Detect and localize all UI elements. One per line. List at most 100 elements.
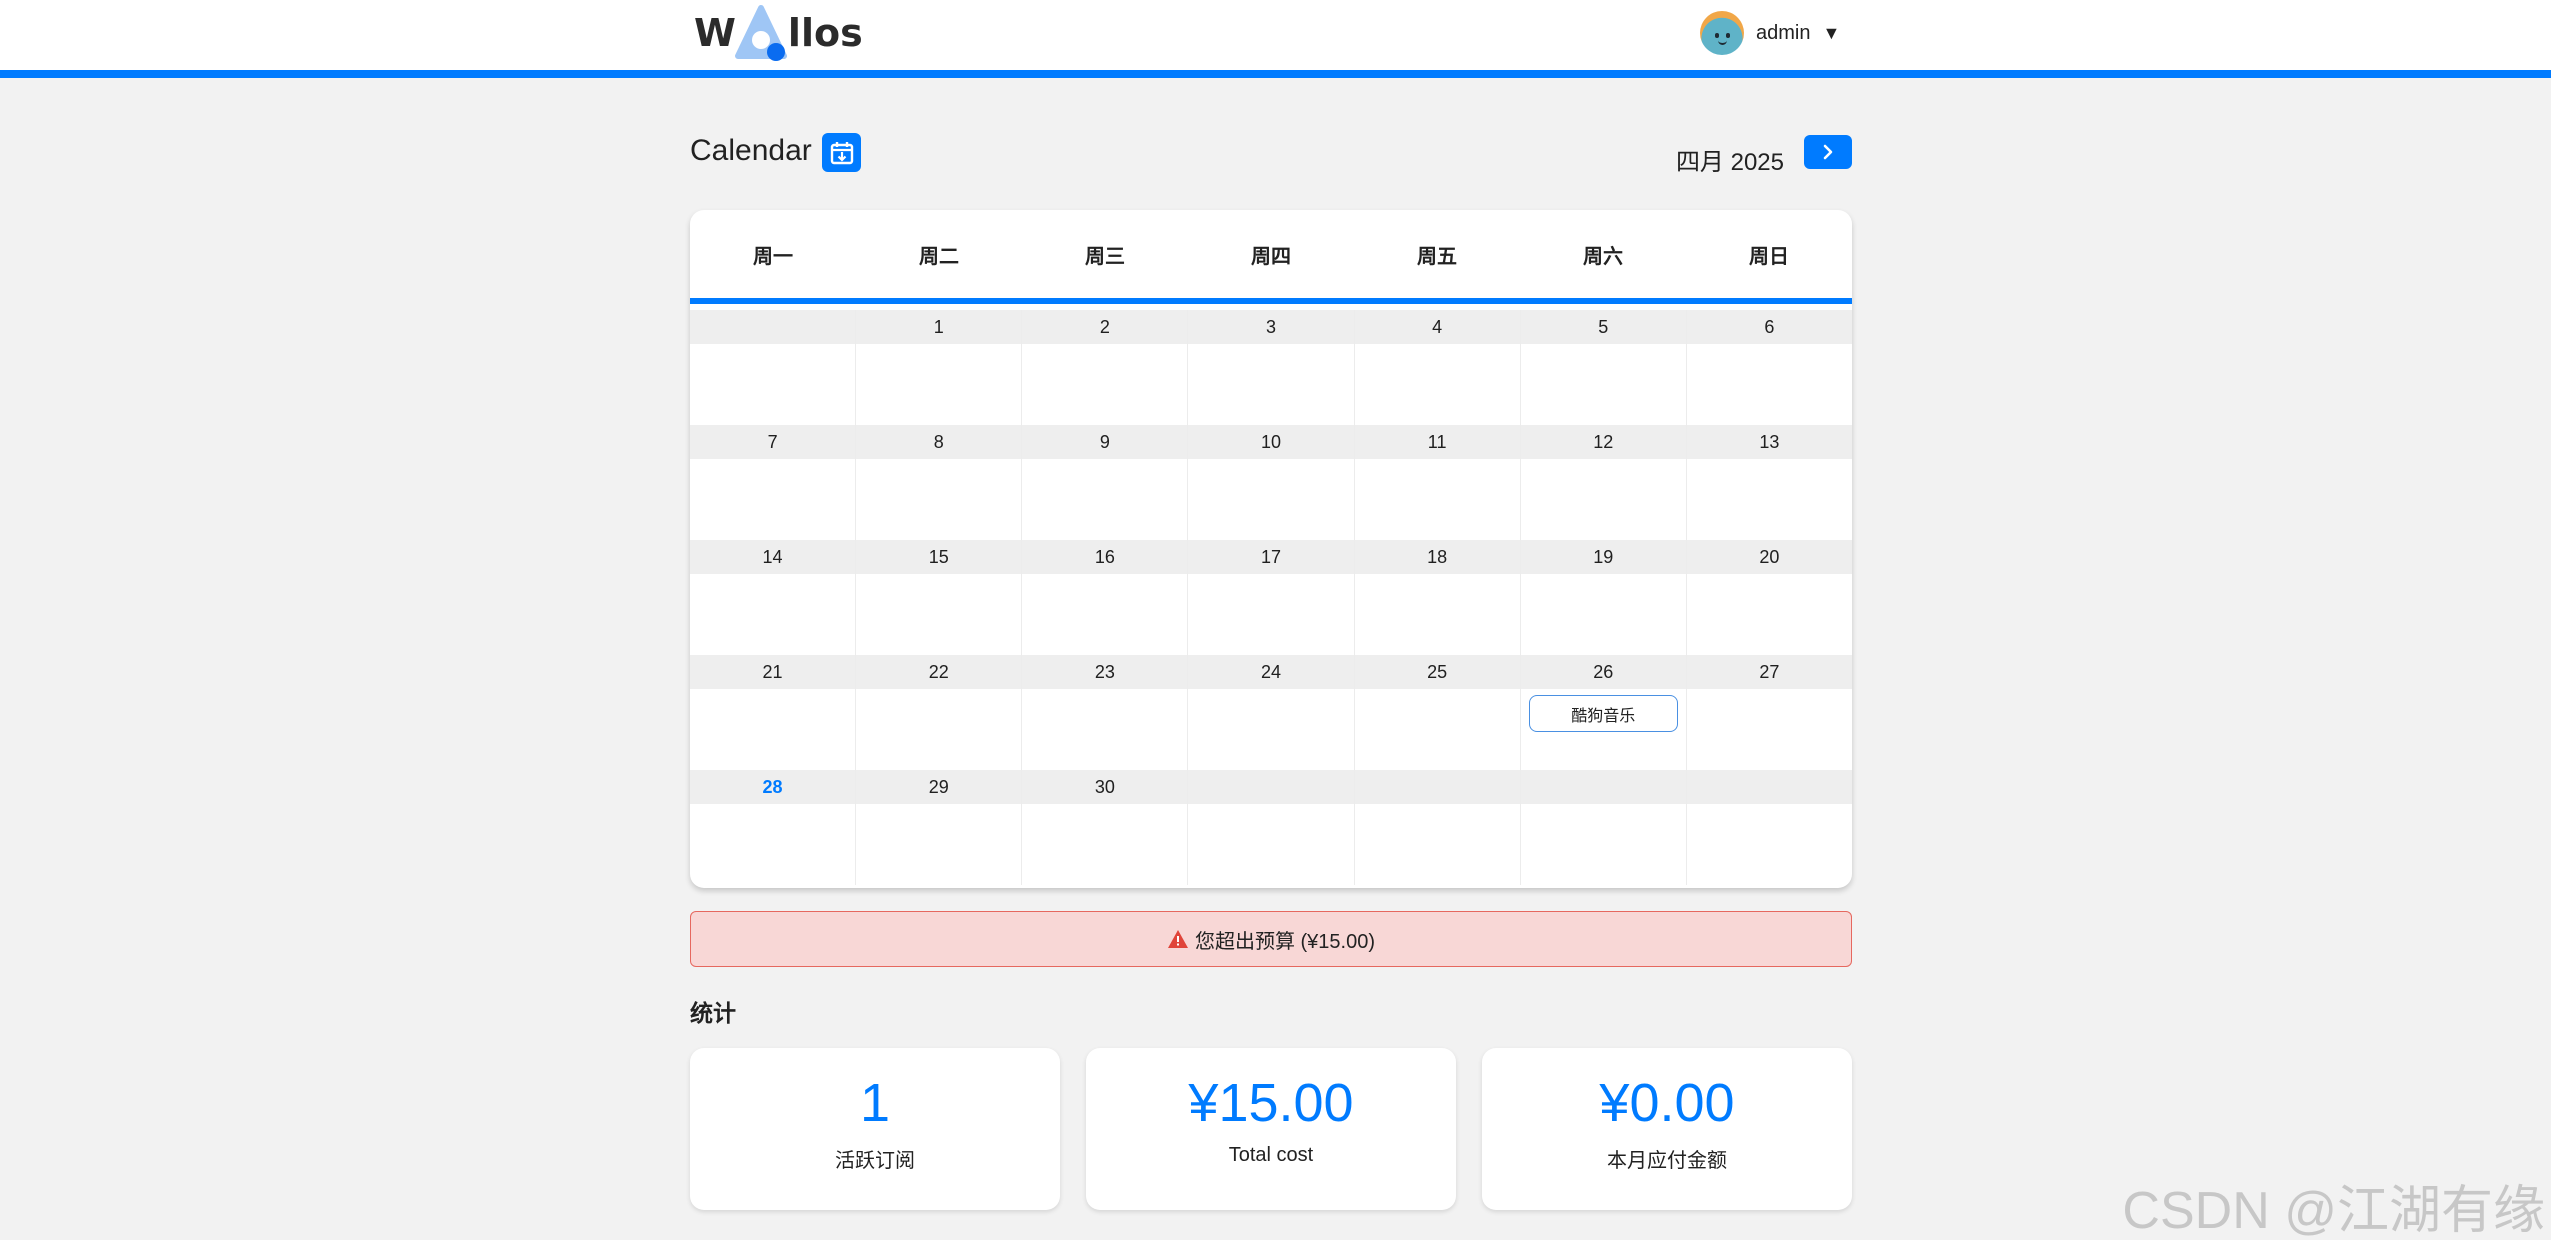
calendar-day-number: 17 <box>1188 540 1354 574</box>
calendar-day-number: 2 <box>1022 310 1188 344</box>
calendar-day-cell[interactable]: 26 酷狗音乐 <box>1520 655 1687 770</box>
calendar-day-cell[interactable]: 2 <box>1022 310 1189 425</box>
export-calendar-button[interactable] <box>822 133 861 172</box>
calendar-day-number: 30 <box>1022 770 1188 804</box>
current-month-label: 四月 2025 <box>1675 149 1784 176</box>
stat-value: 1 <box>859 1073 891 1133</box>
calendar-day-cell[interactable]: 15 <box>856 540 1023 655</box>
calendar-day-cell[interactable]: 7 <box>690 425 857 540</box>
top-header: W llos admin ▼ <box>0 0 2551 78</box>
avatar-eye <box>1715 33 1719 38</box>
weekday-header: 周一 周二 周三 周四 周五 周六 周日 <box>690 210 1852 304</box>
calendar-day-cell[interactable]: 16 <box>1022 540 1189 655</box>
avatar <box>1700 11 1744 55</box>
calendar-day-number: 3 <box>1188 310 1354 344</box>
calendar-day-number <box>1354 770 1520 804</box>
calendar-day-cell[interactable]: 30 <box>1022 770 1189 885</box>
calendar-empty-cell <box>1520 770 1687 885</box>
calendar-day-number: 13 <box>1686 425 1852 459</box>
subscription-event[interactable]: 酷狗音乐 <box>1528 695 1678 732</box>
stat-card-amount-due: ¥0.00 本月应付金额 <box>1482 1048 1852 1210</box>
calendar-day-cell[interactable]: 21 <box>690 655 857 770</box>
next-month-button[interactable] <box>1804 135 1852 169</box>
dropdown-caret-icon[interactable]: ▼ <box>1822 23 1840 44</box>
calendar-day-cell[interactable]: 13 <box>1686 425 1852 540</box>
wallos-logo[interactable]: W llos <box>694 4 864 62</box>
calendar-day-cell[interactable]: 9 <box>1022 425 1189 540</box>
stats-heading: 统计 <box>690 1000 736 1026</box>
calendar-day-cell[interactable]: 3 <box>1188 310 1355 425</box>
user-menu[interactable]: admin ▼ <box>1700 10 1840 56</box>
calendar-day-cell[interactable]: 14 <box>690 540 857 655</box>
calendar-week-row: 7 8 9 10 11 12 13 <box>690 425 1852 540</box>
calendar-day-number: 28 <box>690 770 856 804</box>
weekday-mon: 周一 <box>753 245 793 268</box>
calendar-day-number: 1 <box>856 310 1022 344</box>
budget-alert-text: 您超出预算 (¥15.00) <box>1194 930 1376 953</box>
calendar-day-cell[interactable]: 28 <box>690 770 857 885</box>
calendar-day-cell[interactable]: 25 <box>1354 655 1521 770</box>
calendar-day-number: 24 <box>1188 655 1354 689</box>
calendar-day-number: 10 <box>1188 425 1354 459</box>
stat-label: 本月应付金额 <box>1607 1150 1727 1172</box>
calendar-day-number: 5 <box>1520 310 1686 344</box>
calendar-day-number: 21 <box>690 655 856 689</box>
weekday-tue: 周二 <box>919 245 959 268</box>
avatar-eye <box>1726 33 1730 38</box>
calendar-day-number: 18 <box>1354 540 1520 574</box>
calendar-day-number: 8 <box>856 425 1022 459</box>
calendar-empty-cell <box>1354 770 1521 885</box>
calendar-day-cell[interactable]: 10 <box>1188 425 1355 540</box>
calendar-title-row: Calendar 四月 2025 <box>690 130 1852 176</box>
calendar-grid: 周一 周二 周三 周四 周五 周六 周日 1 2 3 4 5 6 7 8 9 10 11 12 13 14… <box>690 210 1852 888</box>
calendar-day-number: 16 <box>1022 540 1188 574</box>
calendar-day-cell[interactable]: 5 <box>1520 310 1687 425</box>
calendar-day-cell[interactable]: 6 <box>1686 310 1852 425</box>
calendar-day-cell[interactable]: 27 <box>1686 655 1852 770</box>
calendar-day-number: 6 <box>1686 310 1852 344</box>
weekday-sun: 周日 <box>1749 245 1789 268</box>
user-name: admin <box>1756 21 1811 44</box>
avatar-mouth <box>1718 40 1727 45</box>
watermark: CSDN @江湖有缘 <box>2122 1182 2545 1240</box>
stat-value: ¥0.00 <box>1599 1073 1735 1133</box>
calendar-day-cell[interactable]: 20 <box>1686 540 1852 655</box>
calendar-empty-cell <box>1686 770 1852 885</box>
calendar-day-number: 12 <box>1520 425 1686 459</box>
calendar-day-cell[interactable]: 24 <box>1188 655 1355 770</box>
calendar-day-number: 7 <box>690 425 856 459</box>
stat-label: Total cost <box>1228 1144 1314 1166</box>
logo-text-rest: llos <box>787 11 863 55</box>
calendar-day-cell[interactable]: 12 <box>1520 425 1687 540</box>
calendar-day-cell[interactable]: 17 <box>1188 540 1355 655</box>
stat-card-active-subscriptions: 1 活跃订阅 <box>690 1048 1060 1210</box>
calendar-day-number: 11 <box>1354 425 1520 459</box>
calendar-week-row: 123456 <box>690 310 1852 425</box>
budget-alert: 您超出预算 (¥15.00) <box>690 911 1852 967</box>
calendar-day-cell[interactable]: 23 <box>1022 655 1189 770</box>
calendar-day-number: 23 <box>1022 655 1188 689</box>
calendar-day-number: 19 <box>1520 540 1686 574</box>
calendar-empty-cell <box>1188 770 1355 885</box>
stat-card-total-cost: ¥15.00 Total cost <box>1086 1048 1456 1210</box>
logo-mark-icon <box>732 4 790 62</box>
calendar-day-number <box>1188 770 1354 804</box>
calendar-weeks: 1 2 3 4 5 6 7 8 9 10 11 12 13 14 15 16 17 18 19 20 21 22 23 24 2… <box>690 310 1852 885</box>
weekday-thu: 周四 <box>1251 245 1291 268</box>
calendar-day-cell[interactable]: 22 <box>856 655 1023 770</box>
calendar-day-cell[interactable]: 8 <box>856 425 1023 540</box>
calendar-empty-cell <box>690 310 857 425</box>
calendar-day-cell[interactable]: 4 <box>1354 310 1521 425</box>
calendar-week-row: 28 29 30 <box>690 770 1852 885</box>
calendar-day-number: 20 <box>1686 540 1852 574</box>
calendar-day-cell[interactable]: 1 <box>856 310 1023 425</box>
calendar-day-cell[interactable]: 18 <box>1354 540 1521 655</box>
calendar-day-cell[interactable]: 29 <box>856 770 1023 885</box>
calendar-day-cell[interactable]: 19 <box>1520 540 1687 655</box>
calendar-day-number: 25 <box>1354 655 1520 689</box>
calendar-day-number: 22 <box>856 655 1022 689</box>
calendar-day-cell[interactable]: 11 <box>1354 425 1521 540</box>
stat-label: 活跃订阅 <box>835 1150 915 1172</box>
chevron-right-icon <box>1823 144 1833 160</box>
weekday-sat: 周六 <box>1583 245 1623 268</box>
